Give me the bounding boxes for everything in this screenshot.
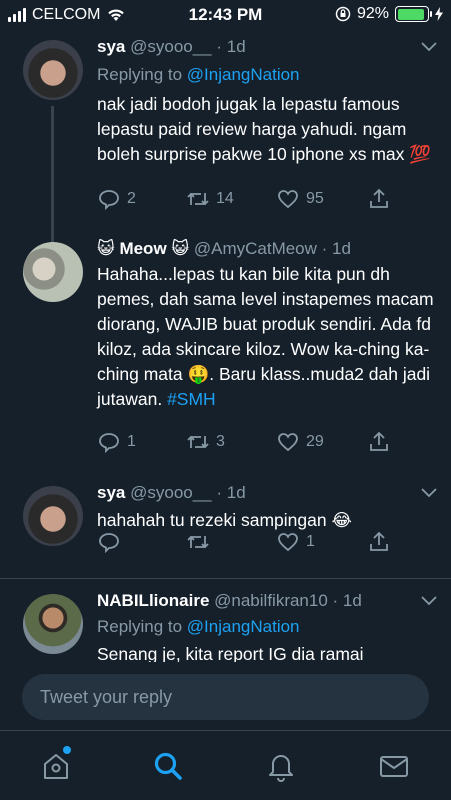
chevron-down-icon[interactable] — [421, 488, 437, 498]
like-button[interactable]: 29 — [276, 430, 324, 454]
tab-bar — [0, 730, 451, 800]
retweet-icon — [187, 535, 209, 549]
tweet-card[interactable]: 😺 Meow 😺 @AmyCatMeow · 1d Hahaha...lepas… — [0, 238, 451, 470]
reply-count: 2 — [127, 190, 136, 207]
replying-label: Replying to — [97, 65, 183, 84]
retweet-button[interactable] — [186, 530, 210, 554]
avatar[interactable] — [23, 242, 83, 302]
share-button[interactable] — [367, 430, 391, 454]
mention-link[interactable]: @InjangNation — [187, 617, 300, 636]
status-bar: CELCOM 12:43 PM 92% — [0, 0, 451, 30]
avatar[interactable] — [23, 486, 83, 546]
search-icon — [154, 752, 182, 780]
reply-icon — [99, 433, 119, 454]
tweet-age: · 1d — [216, 483, 246, 502]
tweet-header: sya @syooo__ · 1d — [97, 482, 437, 504]
tab-home[interactable] — [39, 746, 73, 783]
tweet-age: · 1d — [332, 591, 362, 610]
retweet-count: 14 — [216, 190, 234, 207]
tweet-header: 😺 Meow 😺 @AmyCatMeow · 1d — [97, 238, 437, 260]
like-button[interactable]: 95 — [276, 187, 324, 211]
reply-icon — [99, 190, 119, 211]
avatar[interactable] — [23, 594, 83, 654]
user-handle: @nabilfikran10 — [214, 591, 328, 610]
status-right: 92% — [335, 5, 443, 23]
retweet-icon — [187, 435, 209, 449]
heart-icon — [278, 533, 298, 552]
avatar[interactable] — [23, 40, 83, 100]
divider — [0, 578, 451, 579]
tweet-body: Hahaha...lepas tu kan bile kita pun dh p… — [97, 264, 434, 409]
home-icon — [44, 754, 68, 779]
notifications-icon — [269, 755, 293, 782]
user-handle: @syooo__ — [130, 483, 212, 502]
tab-messages[interactable] — [377, 749, 411, 783]
tweet-age: · 1d — [321, 239, 351, 258]
tweet-age: · 1d — [216, 37, 246, 56]
retweet-button[interactable]: 3 — [186, 430, 225, 454]
chevron-down-icon[interactable] — [421, 42, 437, 52]
display-name[interactable]: sya — [97, 483, 125, 502]
like-count: 29 — [306, 433, 324, 450]
share-button[interactable] — [367, 187, 391, 211]
reply-count: 1 — [127, 433, 136, 450]
heart-icon — [278, 433, 298, 452]
mention-link[interactable]: @InjangNation — [187, 65, 300, 84]
tab-search[interactable] — [151, 749, 185, 783]
like-count: 95 — [306, 190, 324, 207]
reply-icon — [99, 533, 119, 554]
replying-to: Replying to @InjangNation — [97, 616, 437, 638]
reply-button[interactable]: 2 — [97, 187, 136, 211]
user-handle: @syooo__ — [130, 37, 212, 56]
battery-icon — [395, 6, 432, 22]
tweet-header: NABILlionaire @nabilfikran10 · 1d — [97, 590, 437, 612]
tweet-card[interactable]: NABILlionaire @nabilfikran10 · 1d Replyi… — [0, 590, 451, 662]
charging-icon — [435, 7, 443, 21]
reply-input[interactable]: Tweet your reply — [22, 674, 429, 720]
tweet-text: Senang je, kita report IG dia ramai — [97, 644, 364, 662]
orientation-lock-icon — [335, 6, 351, 22]
display-name[interactable]: 😺 Meow 😺 — [97, 239, 189, 258]
retweet-count: 3 — [216, 433, 225, 450]
like-count: 1 — [306, 533, 315, 550]
share-icon — [370, 431, 388, 451]
chevron-down-icon[interactable] — [421, 596, 437, 606]
share-icon — [370, 188, 388, 208]
display-name[interactable]: sya — [97, 37, 125, 56]
replying-to: Replying to @InjangNation — [97, 64, 437, 86]
tweet-card[interactable]: sya @syooo__ · 1d hahahah tu rezeki samp… — [0, 482, 451, 572]
tab-notifications[interactable] — [264, 749, 298, 783]
reply-button[interactable] — [97, 530, 121, 554]
display-name[interactable]: NABILlionaire — [97, 591, 209, 610]
messages-icon — [380, 756, 408, 777]
heart-icon — [278, 190, 298, 209]
like-button[interactable]: 1 — [276, 530, 315, 554]
tweet-text: nak jadi bodoh jugak la lepastu famous l… — [97, 94, 432, 164]
tweet-text: Hahaha...lepas tu kan bile kita pun dh p… — [97, 262, 437, 412]
share-button[interactable] — [367, 530, 391, 554]
battery-percent: 92% — [356, 5, 389, 22]
tweet-header: sya @syooo__ · 1d — [97, 36, 437, 58]
user-handle: @AmyCatMeow — [193, 239, 317, 258]
notification-dot — [63, 746, 71, 754]
replying-label: Replying to — [97, 617, 183, 636]
share-icon — [370, 531, 388, 551]
reply-placeholder: Tweet your reply — [40, 686, 173, 707]
hashtag-link[interactable]: #SMH — [167, 389, 216, 409]
reply-button[interactable]: 1 — [97, 430, 136, 454]
tweet-card[interactable]: sya @syooo__ · 1d Replying to @InjangNat… — [0, 36, 451, 276]
retweet-icon — [187, 192, 209, 206]
retweet-button[interactable]: 14 — [186, 187, 234, 211]
